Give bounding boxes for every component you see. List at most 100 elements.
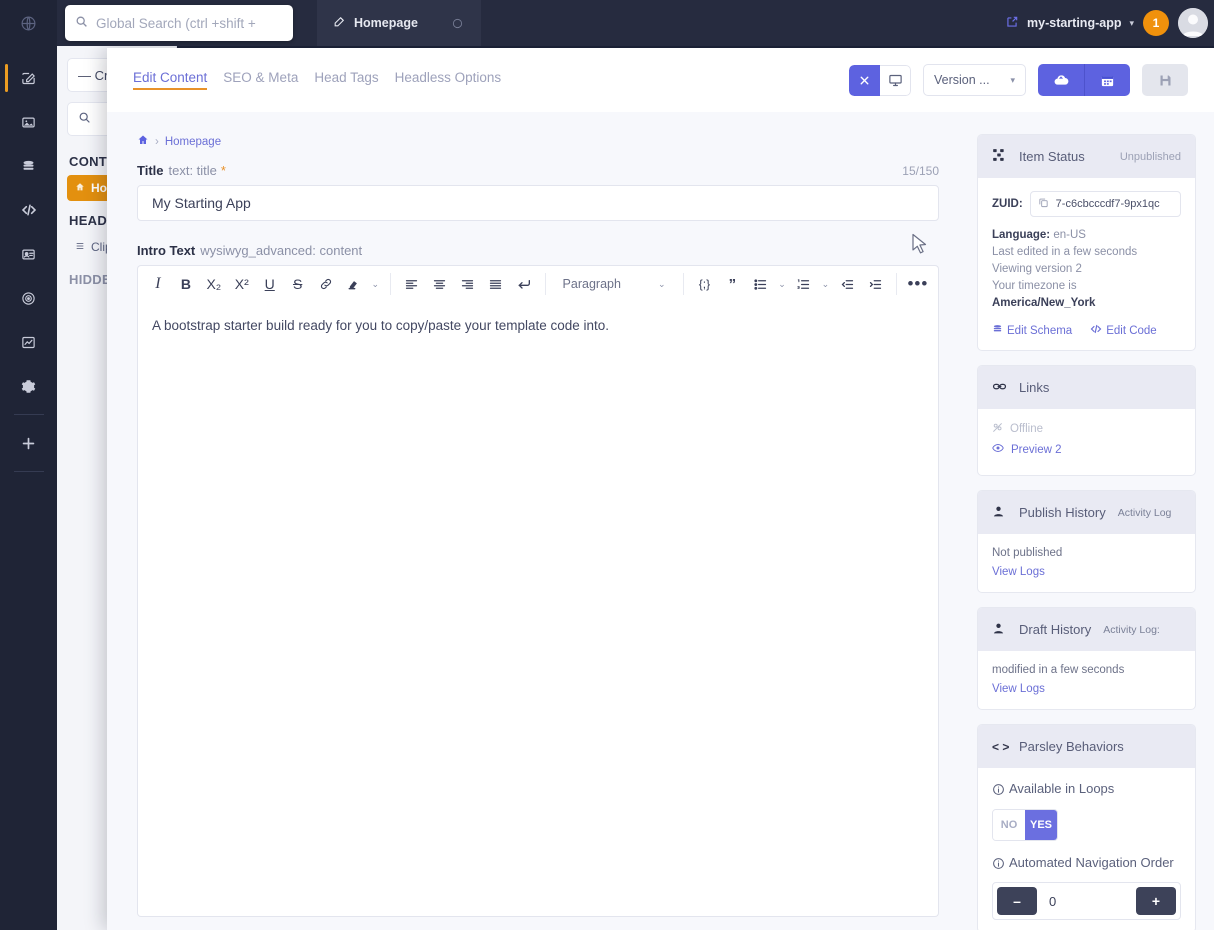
toggle-option-yes[interactable]: YES: [1025, 809, 1057, 840]
item-status-card: Item Status Unpublished ZUID: 7-c6cbcccd…: [977, 134, 1196, 351]
tab-head-tags[interactable]: Head Tags: [314, 70, 378, 90]
copy-icon[interactable]: [1038, 197, 1049, 211]
database-icon: [992, 324, 1003, 338]
numbered-list-icon[interactable]: [790, 266, 818, 302]
info-icon[interactable]: [992, 857, 1005, 875]
publish-history-title: Publish History: [1019, 505, 1106, 520]
stepper-decrement-button[interactable]: –: [997, 887, 1037, 916]
timezone-line: Your timezone is America/New_York: [992, 278, 1181, 312]
edit-code-link[interactable]: Edit Code: [1090, 323, 1157, 338]
sidebar-item-schema[interactable]: [0, 144, 57, 188]
edit-schema-link[interactable]: Edit Schema: [992, 323, 1072, 338]
rail-divider-bottom: [13, 471, 44, 472]
sidebar-item-media[interactable]: [0, 100, 57, 144]
link-icon[interactable]: [312, 266, 340, 302]
search-input[interactable]: [96, 15, 283, 31]
line-break-icon[interactable]: [510, 266, 538, 302]
preview-link-row[interactable]: Preview 2: [992, 442, 1181, 457]
zuid-row: ZUID: 7-c6cbcccdf7-9px1qc: [992, 191, 1181, 217]
tab-seo-meta[interactable]: SEO & Meta: [223, 70, 298, 90]
available-in-loops-toggle[interactable]: NO YES: [992, 808, 1058, 841]
sidebar-item-content[interactable]: [0, 56, 57, 100]
publish-status: Not published: [992, 547, 1063, 559]
notification-badge[interactable]: 1: [1143, 10, 1169, 36]
search-icon: [75, 15, 88, 31]
draft-history-header: Draft History Activity Log:: [978, 608, 1195, 651]
bullet-list-icon[interactable]: [746, 266, 774, 302]
align-left-icon[interactable]: [398, 266, 426, 302]
tab-edit-content[interactable]: Edit Content: [133, 70, 208, 90]
align-right-icon[interactable]: [454, 266, 482, 302]
more-horizontal-icon[interactable]: •••: [904, 266, 932, 302]
draft-view-logs-link[interactable]: View Logs: [992, 683, 1045, 695]
toggle-option-no[interactable]: NO: [993, 809, 1025, 840]
indent-icon[interactable]: [861, 266, 889, 302]
sidebar-item-seo[interactable]: [0, 276, 57, 320]
left-icon-rail: [0, 46, 57, 930]
publish-button[interactable]: [1038, 64, 1084, 96]
sidebar-item-analytics[interactable]: [0, 320, 57, 364]
sidebar-item-leads[interactable]: [0, 232, 57, 276]
eye-icon: [992, 442, 1004, 457]
close-editor-button[interactable]: [849, 64, 880, 96]
viewing-version-line: Viewing version 2: [992, 263, 1082, 275]
global-search[interactable]: [65, 5, 293, 41]
nav-order-stepper: – 0 +: [992, 882, 1181, 921]
avatar[interactable]: [1178, 8, 1208, 38]
title-input[interactable]: [137, 185, 939, 221]
sidebar-item-add[interactable]: [0, 421, 57, 465]
highlight-color-caret[interactable]: ⌄: [368, 266, 383, 302]
code-braces-icon[interactable]: {;}: [691, 266, 719, 302]
create-label: — Cr: [78, 67, 109, 83]
publish-group: [1038, 64, 1130, 96]
title-field-label: Title text: title * 15/150: [137, 163, 939, 178]
app-selector[interactable]: my-starting-app ▾: [1005, 15, 1134, 32]
breadcrumb-item[interactable]: Homepage: [165, 136, 221, 148]
top-bar: Homepage my-starting-app ▾ 1: [0, 0, 1214, 46]
title-char-counter: 15/150: [902, 164, 939, 178]
align-center-icon[interactable]: [426, 266, 454, 302]
draft-status: modified in a few seconds: [992, 664, 1125, 676]
offline-label: Offline: [1010, 423, 1044, 435]
bullet-list-caret[interactable]: ⌄: [774, 266, 789, 302]
quote-icon[interactable]: ”: [718, 266, 746, 302]
toolbar-divider-2: [544, 273, 546, 295]
info-icon[interactable]: [992, 783, 1005, 801]
title-label-text: Title: [137, 163, 164, 178]
sidebar-item-settings[interactable]: [0, 364, 57, 408]
tab-headless-options[interactable]: Headless Options: [395, 70, 502, 90]
underline-button[interactable]: U: [256, 266, 284, 302]
subscript-button[interactable]: X₂: [200, 266, 228, 302]
stepper-value[interactable]: 0: [1037, 894, 1136, 909]
wysiwyg-content-area[interactable]: A bootstrap starter build ready for you …: [137, 302, 939, 917]
draft-history-title: Draft History: [1019, 622, 1092, 637]
italic-button[interactable]: I: [144, 266, 172, 302]
version-select[interactable]: Version ... ▾: [923, 64, 1026, 96]
align-justify-icon[interactable]: [482, 266, 510, 302]
close-icon[interactable]: [449, 15, 465, 31]
document-tab-homepage[interactable]: Homepage: [317, 0, 481, 46]
block-format-select[interactable]: Paragraph ⌄: [553, 266, 676, 302]
superscript-button[interactable]: X²: [228, 266, 256, 302]
parsley-header: < > Parsley Behaviors: [978, 725, 1195, 768]
strikethrough-button[interactable]: S: [284, 266, 312, 302]
outdent-icon[interactable]: [833, 266, 861, 302]
schedule-button[interactable]: [1084, 64, 1130, 96]
sidebar-item-code[interactable]: [0, 188, 57, 232]
globe-icon[interactable]: [0, 0, 57, 46]
status-badge: Unpublished: [1119, 150, 1181, 163]
offline-link-row[interactable]: Offline: [992, 422, 1181, 436]
save-button[interactable]: [1142, 64, 1188, 96]
numbered-list-caret[interactable]: ⌄: [818, 266, 833, 302]
home-icon[interactable]: [137, 134, 149, 149]
editor-side-column: Item Status Unpublished ZUID: 7-c6cbcccd…: [969, 112, 1214, 930]
stepper-increment-button[interactable]: +: [1136, 887, 1176, 916]
publish-view-logs-link[interactable]: View Logs: [992, 566, 1045, 578]
preview-toggle-button[interactable]: [880, 64, 911, 96]
title-type-hint: text: title: [168, 163, 217, 178]
zuid-copy-field[interactable]: 7-c6cbcccdf7-9px1qc: [1029, 191, 1181, 217]
parsley-title: Parsley Behaviors: [1019, 739, 1124, 754]
bold-button[interactable]: B: [172, 266, 200, 302]
links-header: Links: [978, 366, 1195, 409]
highlighter-icon[interactable]: [340, 266, 368, 302]
